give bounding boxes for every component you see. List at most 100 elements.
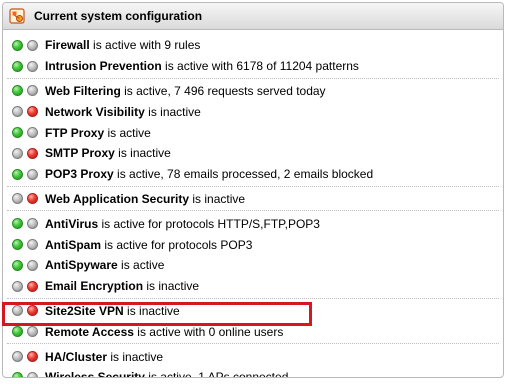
status-row: Web Application Security is inactive xyxy=(3,189,503,210)
feature-status: is active xyxy=(117,258,165,273)
group-separator xyxy=(7,343,499,345)
status-gray-icon xyxy=(27,39,38,51)
status-gray-icon xyxy=(27,60,38,72)
feature-link[interactable]: AntiVirus xyxy=(45,217,98,231)
feature-link[interactable]: AntiSpam xyxy=(45,238,101,252)
status-gray-icon xyxy=(27,127,38,139)
status-gray-icon xyxy=(12,193,23,205)
status-text: SMTP Proxy is inactive xyxy=(45,146,171,160)
status-gray-icon xyxy=(27,371,38,377)
status-text: AntiSpyware is active xyxy=(45,258,164,272)
feature-status: is active for protocols POP3 xyxy=(101,237,253,252)
status-gray-icon xyxy=(12,280,23,292)
feature-status: is active, 7 496 requests served today xyxy=(120,83,326,98)
status-gray-icon xyxy=(12,106,23,118)
status-red-icon xyxy=(27,147,38,159)
status-green-icon xyxy=(12,218,23,230)
feature-status: is inactive xyxy=(143,279,200,294)
status-row: FTP Proxy is active xyxy=(3,122,503,143)
group-separator xyxy=(7,297,499,300)
feature-status: is active, 1 APs connected xyxy=(144,370,289,378)
status-gray-icon xyxy=(27,326,38,338)
status-green-icon xyxy=(12,239,23,251)
status-row: Network Visibility is inactive xyxy=(3,101,503,122)
group-separator xyxy=(7,185,499,188)
status-gray-icon xyxy=(27,239,38,251)
feature-link[interactable]: Wireless Security xyxy=(45,370,145,377)
status-red-icon xyxy=(27,305,38,317)
feature-status: is active with 9 rules xyxy=(89,38,201,53)
status-red-icon xyxy=(27,193,38,205)
status-row: AntiVirus is active for protocols HTTP/S… xyxy=(3,213,503,234)
feature-status: is active with 0 online users xyxy=(133,324,284,339)
panel-header: Current system configuration xyxy=(3,3,503,30)
group-separator xyxy=(7,77,499,80)
feature-status: is active for protocols HTTP/S,FTP,POP3 xyxy=(98,216,320,231)
status-green-icon xyxy=(12,168,23,180)
status-row: Firewall is active with 9 rules xyxy=(3,35,503,56)
status-row: Wireless Security is active, 1 APs conne… xyxy=(3,367,503,378)
status-row: POP3 Proxy is active, 78 emails processe… xyxy=(3,164,503,185)
status-text: Wireless Security is active, 1 APs conne… xyxy=(45,370,289,378)
feature-status: is inactive xyxy=(189,191,246,206)
feature-link[interactable]: Web Application Security xyxy=(45,192,189,206)
status-row: HA/Cluster is inactive xyxy=(3,346,503,367)
feature-status: is active, 78 emails processed, 2 emails… xyxy=(113,167,374,182)
status-list: Firewall is active with 9 rules Intrusion… xyxy=(3,30,503,378)
status-green-icon xyxy=(12,326,23,338)
feature-link[interactable]: AntiSpyware xyxy=(45,258,118,272)
status-text: FTP Proxy is active xyxy=(45,126,151,140)
status-text: Network Visibility is inactive xyxy=(45,105,201,119)
status-text: AntiSpam is active for protocols POP3 xyxy=(45,238,252,252)
status-gray-icon xyxy=(12,305,23,317)
status-red-icon xyxy=(27,351,38,363)
feature-link[interactable]: SMTP Proxy xyxy=(45,146,115,160)
feature-link[interactable]: POP3 Proxy xyxy=(45,167,114,181)
feature-status: is active with 6178 of 11204 patterns xyxy=(161,59,359,74)
status-row: Remote Access is active with 0 online us… xyxy=(3,321,503,342)
status-red-icon xyxy=(27,280,38,292)
status-row: Web Filtering is active, 7 496 requests … xyxy=(3,81,503,102)
feature-link[interactable]: Site2Site VPN xyxy=(45,304,124,318)
feature-link[interactable]: Email Encryption xyxy=(45,279,143,293)
status-row: Site2Site VPN is inactive xyxy=(3,301,503,322)
status-text: Site2Site VPN is inactive xyxy=(45,304,180,318)
panel-title: Current system configuration xyxy=(34,9,203,23)
system-configuration-panel: Current system configuration Firewall is… xyxy=(2,2,504,378)
group-separator xyxy=(7,210,499,212)
feature-status: is inactive xyxy=(107,349,164,364)
status-gray-icon xyxy=(12,147,23,159)
feature-status: is inactive xyxy=(144,104,201,119)
status-text: HA/Cluster is inactive xyxy=(45,350,163,364)
status-text: Remote Access is active with 0 online us… xyxy=(45,325,283,339)
status-row: Intrusion Prevention is active with 6178… xyxy=(3,56,503,77)
status-gray-icon xyxy=(27,259,38,271)
status-gray-icon xyxy=(27,218,38,230)
feature-link[interactable]: Web Filtering xyxy=(45,84,121,98)
status-green-icon xyxy=(12,127,23,139)
feature-link[interactable]: Remote Access xyxy=(45,325,134,339)
feature-link[interactable]: HA/Cluster xyxy=(45,350,107,364)
status-text: Email Encryption is inactive xyxy=(45,279,199,293)
status-row: Email Encryption is inactive xyxy=(3,276,503,297)
feature-link[interactable]: Intrusion Prevention xyxy=(45,59,162,73)
status-text: POP3 Proxy is active, 78 emails processe… xyxy=(45,167,373,181)
status-text: Web Application Security is inactive xyxy=(45,192,245,206)
status-green-icon xyxy=(12,259,23,271)
status-gray-icon xyxy=(27,168,38,180)
feature-link[interactable]: Firewall xyxy=(45,38,90,52)
status-row: AntiSpam is active for protocols POP3 xyxy=(3,234,503,255)
feature-link[interactable]: FTP Proxy xyxy=(45,126,104,140)
status-gray-icon xyxy=(27,85,38,97)
status-text: AntiVirus is active for protocols HTTP/S… xyxy=(45,217,320,231)
system-config-icon xyxy=(9,8,25,24)
status-text: Intrusion Prevention is active with 6178… xyxy=(45,59,359,73)
status-green-icon xyxy=(12,39,23,51)
status-text: Web Filtering is active, 7 496 requests … xyxy=(45,84,326,98)
status-green-icon xyxy=(12,371,23,377)
feature-status: is inactive xyxy=(123,303,180,318)
status-green-icon xyxy=(12,60,23,72)
feature-status: is active xyxy=(104,125,151,140)
feature-link[interactable]: Network Visibility xyxy=(45,105,145,119)
status-row: SMTP Proxy is inactive xyxy=(3,143,503,164)
